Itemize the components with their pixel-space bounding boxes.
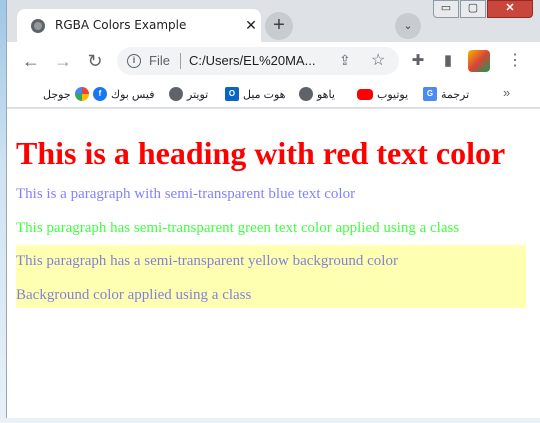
paragraph-class-bg: Background color applied using a class xyxy=(16,287,252,303)
info-icon[interactable]: i xyxy=(127,54,141,68)
minimize-button[interactable]: ▭ xyxy=(433,0,459,18)
paragraph-yellow-bg: This paragraph has a semi-transparent ye… xyxy=(16,253,398,269)
bookmark-twitter[interactable]: تويتر xyxy=(169,85,208,103)
close-tab-icon[interactable]: ✕ xyxy=(243,17,259,33)
tab-title: RGBA Colors Example xyxy=(55,18,187,32)
yellow-background-block: This paragraph has a semi-transparent ye… xyxy=(16,245,526,308)
bookmark-label: جوجل xyxy=(43,88,71,101)
bookmark-hotmail[interactable]: O هوت ميل xyxy=(225,85,285,103)
bookmark-label: تويتر xyxy=(187,88,209,101)
outlook-icon: O xyxy=(225,87,239,101)
globe-icon xyxy=(299,87,313,101)
browser-window: RGBA Colors Example ✕ + ⌄ ▭ ▢ ✕ ← → ↻ i … xyxy=(6,0,540,418)
profile-avatar[interactable] xyxy=(468,50,490,72)
bookmark-yahoo[interactable]: ياهو xyxy=(299,85,335,103)
file-scheme-label: File xyxy=(149,53,170,68)
bookmark-label: ياهو xyxy=(317,88,335,101)
page-viewport: This is a heading with red text color Th… xyxy=(7,109,540,418)
address-bar[interactable]: i File C:/Users/EL%20MA... ⇪ ☆ xyxy=(117,47,399,75)
address-separator xyxy=(180,53,181,69)
url-text[interactable]: C:/Users/EL%20MA... xyxy=(189,53,319,68)
close-window-button[interactable]: ✕ xyxy=(487,0,533,18)
maximize-button[interactable]: ▢ xyxy=(460,0,486,18)
bookmark-label: فيس بوك xyxy=(111,88,155,101)
menu-icon[interactable]: ⋮ xyxy=(504,50,526,72)
page-heading: This is a heading with red text color xyxy=(16,135,506,171)
reload-button[interactable]: ↻ xyxy=(83,49,107,73)
tab-rgba-colors[interactable]: RGBA Colors Example ✕ xyxy=(17,9,261,42)
tab-search-button[interactable]: ⌄ xyxy=(395,13,421,39)
bookmark-youtube[interactable]: يوتيوب xyxy=(357,85,408,103)
globe-icon xyxy=(169,87,183,101)
side-panel-icon[interactable]: ▮ xyxy=(437,50,459,72)
more-bookmarks-icon[interactable]: » xyxy=(503,85,510,100)
bookmark-translate[interactable]: G ترجمة xyxy=(423,85,469,103)
new-tab-button[interactable]: + xyxy=(265,12,293,40)
bookmark-google[interactable]: جوجل xyxy=(43,85,89,103)
youtube-icon xyxy=(357,88,373,100)
paragraph-blue: This is a paragraph with semi-transparen… xyxy=(16,186,356,202)
share-icon[interactable]: ⇪ xyxy=(339,52,351,69)
facebook-icon: f xyxy=(93,87,107,101)
forward-button[interactable]: → xyxy=(51,49,75,73)
tab-strip: RGBA Colors Example ✕ + ⌄ ▭ ▢ ✕ xyxy=(7,0,540,42)
extensions-icon[interactable]: ✚ xyxy=(407,50,429,72)
bookmarks-bar: جوجل f فيس بوك تويتر O هوت ميل ياهو يوتي… xyxy=(7,80,540,108)
bookmark-facebook[interactable]: f فيس بوك xyxy=(93,85,154,103)
back-button[interactable]: ← xyxy=(19,49,43,73)
translate-icon: G xyxy=(423,87,437,101)
page-content: This is a heading with red text color Th… xyxy=(16,109,528,308)
bookmark-label: هوت ميل xyxy=(243,88,286,101)
globe-icon xyxy=(31,19,45,33)
browser-toolbar: ← → ↻ i File C:/Users/EL%20MA... ⇪ ☆ ✚ ▮… xyxy=(7,42,540,80)
bookmark-label: ترجمة xyxy=(441,88,470,101)
paragraph-green: This paragraph has semi-transparent gree… xyxy=(16,220,460,236)
bookmark-label: يوتيوب xyxy=(377,88,409,101)
bookmark-star-icon[interactable]: ☆ xyxy=(371,50,385,70)
google-icon xyxy=(74,87,89,101)
